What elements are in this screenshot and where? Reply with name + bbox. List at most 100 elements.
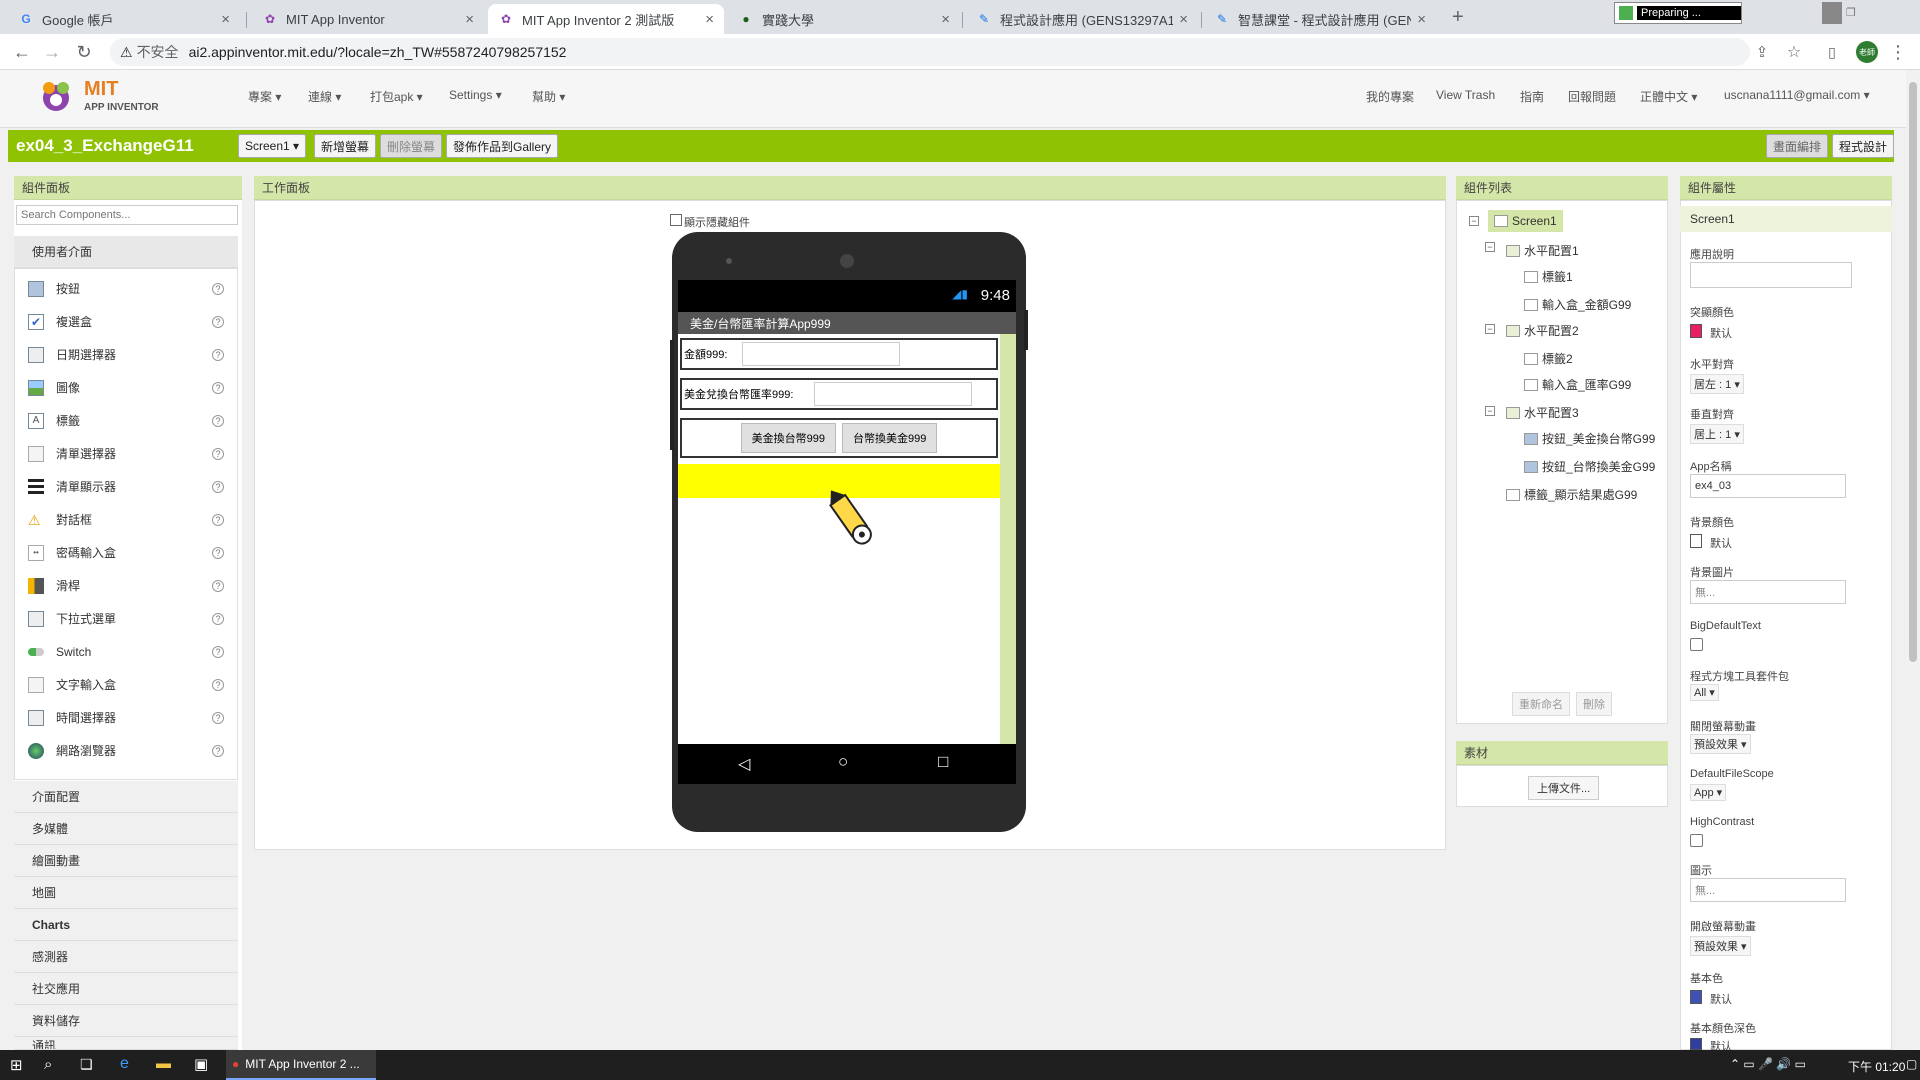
prop-bigtext-checkbox[interactable]	[1690, 638, 1703, 651]
close-tab-icon[interactable]: ×	[465, 11, 474, 28]
tree-node-label2[interactable]: 標籤2	[1524, 350, 1573, 367]
help-icon[interactable]: ?	[212, 414, 224, 427]
amount-input[interactable]	[742, 342, 900, 366]
language-select[interactable]: 正體中文 ▾	[1640, 88, 1697, 105]
tree-node-screen1[interactable]: Screen1	[1488, 210, 1563, 232]
file-explorer-icon[interactable]: ▬	[156, 1055, 171, 1072]
menu-kebab-icon[interactable]: ⋮	[1886, 40, 1910, 64]
help-icon[interactable]: ?	[212, 315, 224, 328]
close-tab-icon[interactable]: ×	[941, 11, 950, 28]
task-view-icon[interactable]: ❏	[80, 1056, 93, 1073]
search-icon[interactable]: ⌕	[44, 1056, 52, 1073]
restore-icon[interactable]: ❐	[1846, 6, 1856, 19]
palette-item-button[interactable]: 按鈕?	[14, 272, 234, 305]
palette-item-image[interactable]: 圖像?	[14, 371, 234, 404]
tree-node-amount-input[interactable]: 輸入盒_金額G99	[1524, 296, 1631, 313]
palette-item-checkbox[interactable]: ✔ 複選盒?	[14, 305, 234, 338]
help-icon[interactable]: ?	[212, 381, 224, 394]
category-connectivity[interactable]: 通訊	[14, 1037, 238, 1050]
new-tab-button[interactable]: +	[1452, 6, 1464, 29]
prop-about-input[interactable]	[1690, 262, 1852, 288]
prop-contrast-checkbox[interactable]	[1690, 834, 1703, 847]
help-icon[interactable]: ?	[212, 678, 224, 691]
menu-build[interactable]: 打包apk ▾	[370, 88, 423, 105]
account-menu[interactable]: uscnana1111@gmail.com ▾	[1724, 88, 1870, 102]
primary-dark-color-swatch[interactable]	[1690, 1038, 1702, 1050]
search-components-input[interactable]	[16, 205, 238, 225]
show-hidden-checkbox[interactable]	[670, 214, 682, 226]
help-icon[interactable]: ?	[212, 645, 224, 658]
close-tab-icon[interactable]: ×	[705, 11, 714, 28]
help-icon[interactable]: ?	[212, 447, 224, 460]
taskbar-app-chrome[interactable]: ● MIT App Inventor 2 ...	[226, 1050, 376, 1080]
palette-item-datepicker[interactable]: 日期選擇器?	[14, 338, 234, 371]
window-control[interactable]	[1822, 2, 1842, 24]
mit-logo-icon[interactable]	[36, 76, 76, 116]
help-icon[interactable]: ?	[212, 744, 224, 757]
rename-button[interactable]: 重新命名	[1512, 692, 1570, 716]
collapse-toggle[interactable]: −	[1485, 324, 1495, 334]
palette-item-passwordtextbox[interactable]: •• 密碼輸入盒?	[14, 536, 234, 569]
profile-avatar[interactable]: 老師	[1856, 41, 1878, 63]
link-guide[interactable]: 指南	[1520, 88, 1544, 105]
screen-select[interactable]: Screen1 ▾	[238, 134, 307, 158]
help-icon[interactable]: ?	[212, 282, 224, 295]
help-icon[interactable]: ?	[212, 579, 224, 592]
delete-button[interactable]: 刪除	[1576, 692, 1612, 716]
bg-color-swatch[interactable]	[1690, 534, 1702, 548]
notification-icon[interactable]: ▢	[1906, 1057, 1917, 1071]
collapse-toggle[interactable]: −	[1469, 216, 1479, 226]
palette-item-slider[interactable]: 滑桿?	[14, 569, 234, 602]
prop-close-anim-select[interactable]: 預設效果 ▾	[1690, 734, 1751, 754]
link-view-trash[interactable]: View Trash	[1436, 88, 1495, 102]
prop-bgimage-input[interactable]: 無...	[1690, 580, 1846, 604]
scrollbar-thumb[interactable]	[1909, 82, 1917, 662]
palette-item-notifier[interactable]: ⚠ 對話框?	[14, 503, 234, 536]
blocks-button[interactable]: 程式設計	[1832, 134, 1894, 158]
link-my-projects[interactable]: 我的專案	[1366, 88, 1414, 105]
tree-node-result-label[interactable]: 標籤_顯示結果處G99	[1506, 486, 1637, 503]
category-social[interactable]: 社交應用	[14, 973, 238, 1005]
palette-item-spinner[interactable]: 下拉式選單?	[14, 602, 234, 635]
browser-tab[interactable]: ● 實踐大學 ×	[728, 4, 960, 34]
help-icon[interactable]: ?	[212, 711, 224, 724]
tree-node-label1[interactable]: 標籤1	[1524, 268, 1573, 285]
menu-settings[interactable]: Settings ▾	[449, 88, 502, 102]
side-panel-icon[interactable]: ▯	[1820, 40, 1844, 64]
category-user-interface[interactable]: 使用者介面	[14, 236, 238, 268]
edge-icon[interactable]: e	[120, 1055, 129, 1073]
prop-valign-select[interactable]: 居上 : 1 ▾	[1690, 424, 1744, 444]
prop-halign-select[interactable]: 居左 : 1 ▾	[1690, 374, 1744, 394]
prop-icon-input[interactable]: 無...	[1690, 878, 1846, 902]
close-tab-icon[interactable]: ×	[1417, 11, 1426, 28]
reload-icon[interactable]: ↻	[72, 40, 96, 64]
browser-tab[interactable]: ✎ 程式設計應用 (GENS13297A1) ×	[966, 4, 1198, 34]
share-icon[interactable]: ⇪	[1750, 40, 1774, 64]
palette-item-listview[interactable]: 清單顯示器?	[14, 470, 234, 503]
address-bar[interactable]: ⚠ 不安全 ai2.appinventor.mit.edu/?locale=zh…	[110, 38, 1750, 66]
tree-node-button2[interactable]: 按鈕_台幣換美金G99	[1524, 458, 1655, 475]
designer-button[interactable]: 畫面編排	[1766, 134, 1829, 158]
prop-bgcolor-value[interactable]: 默认	[1710, 535, 1732, 551]
help-icon[interactable]: ?	[212, 348, 224, 361]
prop-filescope-select[interactable]: App ▾	[1690, 784, 1727, 801]
system-tray-icons[interactable]: ⌃ ▭ 🎤 🔊 ▭	[1730, 1057, 1806, 1071]
close-tab-icon[interactable]: ×	[1179, 11, 1188, 28]
category-layout[interactable]: 介面配置	[14, 781, 238, 813]
link-report-issue[interactable]: 回報問題	[1568, 88, 1616, 105]
category-drawing-animation[interactable]: 繪圖動畫	[14, 845, 238, 877]
category-storage[interactable]: 資料儲存	[14, 1005, 238, 1037]
help-icon[interactable]: ?	[212, 480, 224, 493]
browser-tab[interactable]: ✿ MIT App Inventor ×	[252, 4, 484, 34]
collapse-toggle[interactable]: −	[1485, 406, 1495, 416]
prop-appname-input[interactable]: ex4_03	[1690, 474, 1846, 498]
palette-item-label[interactable]: A 標籤?	[14, 404, 234, 437]
prop-primary-value[interactable]: 默认	[1710, 991, 1732, 1007]
store-icon[interactable]: ▣	[194, 1055, 208, 1073]
bookmark-star-icon[interactable]: ☆	[1782, 40, 1806, 64]
tree-node-harr3[interactable]: 水平配置3	[1506, 404, 1579, 421]
page-scrollbar[interactable]	[1906, 70, 1920, 1050]
windows-start-icon[interactable]: ⊞	[10, 1056, 23, 1074]
palette-item-webviewer[interactable]: 網路瀏覽器?	[14, 734, 234, 767]
palette-item-timepicker[interactable]: 時間選擇器?	[14, 701, 234, 734]
